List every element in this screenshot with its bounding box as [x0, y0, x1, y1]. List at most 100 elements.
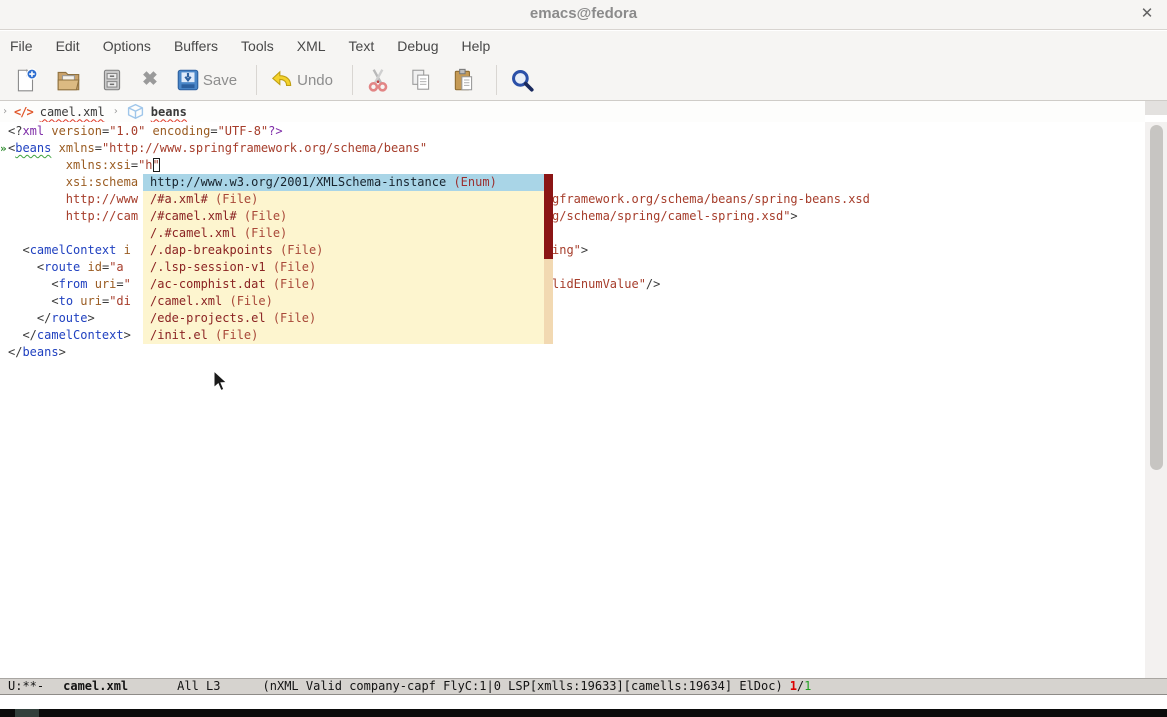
completion-item[interactable]: /camel.xml (File) [143, 293, 553, 310]
code-line: </camelContext> [8, 327, 131, 344]
menu-edit[interactable]: Edit [54, 36, 82, 56]
undo-label: Undo [297, 72, 333, 89]
completion-label: /#a.xml# [150, 192, 208, 206]
completion-annotation: (File) [208, 328, 259, 342]
vertical-scrollbar-thumb[interactable] [1150, 125, 1163, 470]
breadcrumb-file[interactable]: camel.xml [40, 105, 105, 119]
completion-label: /init.el [150, 328, 208, 342]
echo-area[interactable] [0, 696, 1167, 709]
completion-item[interactable]: /.#camel.xml (File) [143, 225, 553, 242]
paste-button[interactable] [451, 67, 477, 93]
menu-buffers[interactable]: Buffers [172, 36, 220, 56]
completion-annotation: (File) [237, 209, 288, 223]
completion-annotation: (File) [273, 243, 324, 257]
cut-button[interactable] [365, 67, 391, 93]
menu-file[interactable]: File [8, 36, 35, 56]
desktop-edge [0, 709, 1167, 717]
modeline-position[interactable]: All L3 [177, 679, 220, 693]
code-line: <route id="a [8, 259, 124, 276]
new-file-button[interactable] [13, 67, 39, 93]
breadcrumb-element[interactable]: beans [151, 105, 187, 119]
directory-button[interactable] [99, 67, 125, 93]
code-line: http://www [8, 191, 138, 208]
completion-item[interactable]: /ede-projects.el (File) [143, 310, 553, 327]
modeline-modes[interactable]: (nXML Valid company-capf FlyC:1|0 LSP[xm… [263, 679, 783, 693]
mouse-pointer-icon [213, 370, 229, 392]
code-line: xmlns:xsi="h" [8, 157, 160, 174]
menu-tools[interactable]: Tools [239, 36, 276, 56]
menubar: File Edit Options Buffers Tools XML Text Debug H… [0, 31, 1167, 60]
completion-annotation: (File) [237, 226, 288, 240]
paste-icon [451, 67, 477, 93]
completion-item[interactable]: /.lsp-session-v1 (File) [143, 259, 553, 276]
popup-scrollbar[interactable] [544, 174, 553, 344]
breadcrumb-scroll-indicator: › [2, 106, 8, 117]
undo-icon [269, 67, 295, 93]
search-button[interactable] [509, 67, 535, 93]
modeline-count-total: 1 [804, 679, 811, 693]
new-file-icon [13, 67, 39, 93]
xml-file-icon: </> [14, 105, 33, 119]
toolbar-separator [352, 65, 353, 95]
completion-item[interactable]: /.dap-breakpoints (File) [143, 242, 553, 259]
emacs-window: emacs@fedora ✕ File Edit Options Buffers Too… [0, 0, 1167, 717]
undo-button[interactable]: Undo [269, 67, 333, 93]
open-folder-icon [56, 67, 82, 93]
completion-item[interactable]: /#a.xml# (File) [143, 191, 553, 208]
code-line: </route> [8, 310, 95, 327]
file-cabinet-icon [99, 67, 125, 93]
completion-label: /camel.xml [150, 294, 222, 308]
vertical-scrollbar[interactable] [1145, 122, 1167, 678]
window-close-icon[interactable]: ✕ [1137, 4, 1157, 24]
search-icon [509, 67, 535, 93]
code-line: <camelContext i [8, 242, 131, 259]
modeline-state[interactable]: U:**- [8, 679, 44, 693]
menu-xml[interactable]: XML [295, 36, 328, 56]
popup-scrollbar-thumb[interactable] [544, 174, 553, 259]
menu-options[interactable]: Options [101, 36, 153, 56]
toolbar-separator [496, 65, 497, 95]
code-fragment: g/schema/spring/camel-spring.xsd"> [552, 208, 798, 225]
modeline-buffer-name[interactable]: camel.xml [63, 679, 128, 693]
save-label: Save [203, 72, 237, 89]
completion-annotation: (File) [222, 294, 273, 308]
toolbar: ✖ Save Undo [0, 60, 1167, 101]
completion-label: /ac-comphist.dat [150, 277, 266, 291]
window-title: emacs@fedora [0, 5, 1167, 22]
save-button[interactable]: Save [175, 67, 237, 93]
completion-item[interactable]: /init.el (File) [143, 327, 553, 344]
completion-label: /#camel.xml# [150, 209, 237, 223]
code-line: <beans xmlns="http://www.springframework… [8, 140, 427, 157]
completion-label: /.#camel.xml [150, 226, 237, 240]
copy-button[interactable] [408, 67, 434, 93]
code-line: <?xml version="1.0" encoding="UTF-8"?> [8, 123, 283, 140]
cut-icon [365, 67, 391, 93]
fringe-continuation-icon: » [0, 140, 8, 157]
completion-item[interactable]: /ac-comphist.dat (File) [143, 276, 553, 293]
menu-help[interactable]: Help [459, 36, 492, 56]
code-fragment: lidEnumValue"/> [552, 276, 660, 293]
completion-item[interactable]: /#camel.xml# (File) [143, 208, 553, 225]
cube-icon [127, 103, 144, 120]
completion-item[interactable]: http://www.w3.org/2001/XMLSchema-instanc… [143, 174, 553, 191]
modeline: U:**- camel.xml All L3 (nXML Valid company-… [0, 678, 1167, 695]
code-line: <to uri="di [8, 293, 131, 310]
open-file-button[interactable] [56, 67, 82, 93]
completion-annotation: (Enum) [446, 175, 497, 189]
modeline-count-current: 1 [790, 679, 797, 693]
menu-debug[interactable]: Debug [395, 36, 440, 56]
close-buffer-icon: ✖ [142, 68, 158, 92]
scrollbar-top-cap [1145, 101, 1167, 115]
completion-label: http://www.w3.org/2001/XMLSchema-instanc… [150, 175, 446, 189]
code-line: </beans> [8, 344, 66, 361]
completion-annotation: (File) [208, 192, 259, 206]
code-line: xsi:schema [8, 174, 138, 191]
breadcrumb-separator: › [113, 106, 119, 117]
save-icon [175, 67, 201, 93]
completion-label: /ede-projects.el [150, 311, 266, 325]
completion-annotation: (File) [266, 311, 317, 325]
close-buffer-button[interactable]: ✖ [142, 68, 158, 92]
completion-annotation: (File) [266, 277, 317, 291]
code-fragment: ing"> [552, 242, 588, 259]
menu-text[interactable]: Text [347, 36, 377, 56]
